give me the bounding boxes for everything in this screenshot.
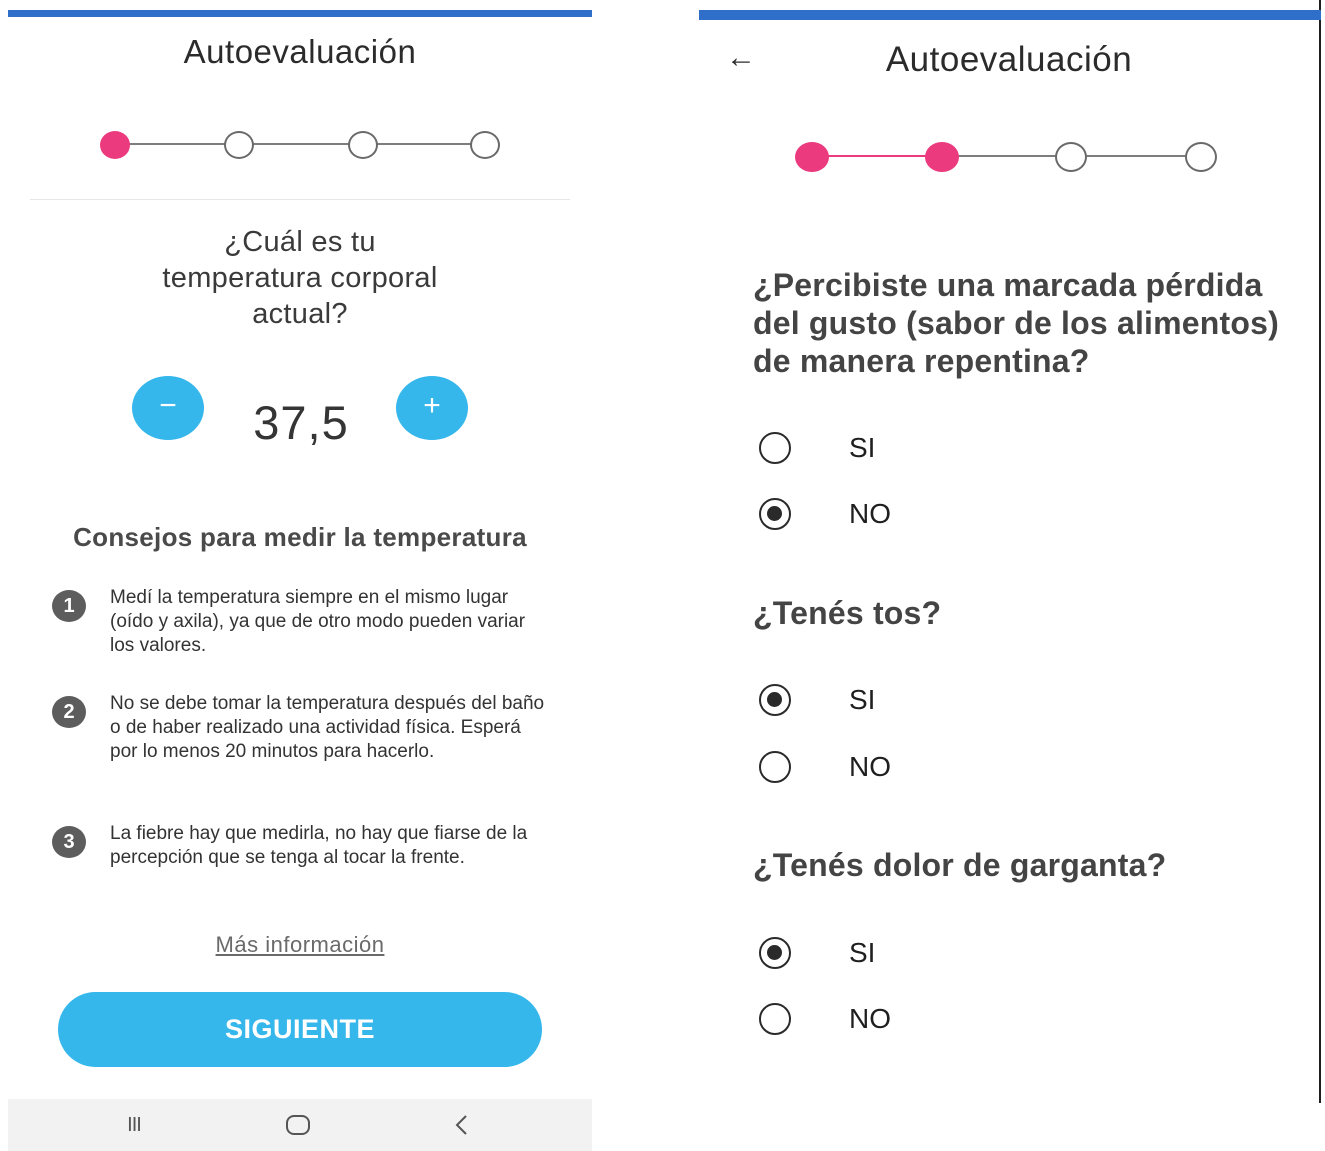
radio-button[interactable] — [759, 432, 791, 464]
system-nav-bar: III — [8, 1099, 592, 1151]
back-nav-icon[interactable] — [442, 1111, 482, 1139]
back-arrow-icon[interactable]: ← — [723, 38, 759, 78]
tip-number-badge: 2 — [52, 696, 86, 728]
step-3-dot — [1055, 142, 1087, 172]
option-label: NO — [849, 1003, 891, 1034]
radio-button[interactable] — [759, 1003, 791, 1035]
radio-button-selected[interactable] — [759, 498, 791, 530]
step-4-dot — [1185, 142, 1217, 172]
step-4-dot — [470, 131, 500, 159]
tip-text: Medí la temperatura siempre en el mismo … — [110, 587, 526, 656]
step-1-dot — [100, 131, 130, 159]
tip-number-badge: 1 — [52, 590, 86, 622]
radio-button[interactable] — [759, 751, 791, 783]
step-2-dot — [925, 142, 959, 172]
page-title: Autoevaluación — [885, 40, 1133, 79]
option-si[interactable]: SI — [759, 680, 1059, 720]
temperature-screen: Autoevaluación ¿Cuál es tu temperatura c… — [8, 0, 592, 1151]
radio-button-selected[interactable] — [759, 684, 791, 716]
recents-icon[interactable]: III — [114, 1111, 154, 1139]
question-sore-throat: ¿Tenés dolor de garganta? — [753, 847, 1167, 883]
temperature-value: 37,5 — [253, 396, 349, 449]
option-label: NO — [849, 751, 891, 782]
option-no[interactable]: NO — [759, 747, 1059, 787]
page-title: Autoevaluación — [183, 33, 417, 70]
home-icon[interactable] — [278, 1111, 318, 1139]
status-bar-accent — [699, 10, 1321, 20]
decrement-button[interactable]: − — [132, 376, 204, 440]
radio-button-selected[interactable] — [759, 937, 791, 969]
divider — [30, 199, 570, 200]
tip-item: 2 No se debe tomar la temperatura despué… — [52, 693, 552, 796]
next-button[interactable]: SIGUIENTE — [58, 992, 542, 1067]
question-cough: ¿Tenés tos? — [753, 595, 942, 631]
tip-number-badge: 3 — [52, 826, 86, 858]
option-no[interactable]: NO — [759, 494, 1059, 534]
option-si[interactable]: SI — [759, 933, 1059, 973]
status-bar-accent — [8, 10, 592, 17]
option-label: NO — [849, 498, 891, 529]
stepper-line — [120, 143, 488, 145]
step-3-dot — [348, 131, 378, 159]
option-no[interactable]: NO — [759, 999, 1059, 1039]
tip-text: No se debe tomar la temperatura después … — [110, 693, 545, 762]
more-info-link[interactable]: Más información — [8, 932, 592, 958]
temperature-question: ¿Cuál es tu temperatura corporal actual? — [162, 226, 438, 330]
step-1-dot — [795, 142, 829, 172]
screenshot-canvas: Autoevaluación ¿Cuál es tu temperatura c… — [0, 0, 1325, 1151]
tip-text: La fiebre hay que medirla, no hay que fi… — [110, 823, 528, 868]
option-si[interactable]: SI — [759, 428, 1059, 468]
tips-title: Consejos para medir la temperatura — [73, 522, 527, 552]
option-label: SI — [849, 684, 876, 715]
progress-stepper — [795, 140, 1221, 174]
option-label: SI — [849, 432, 876, 463]
question-taste-loss: ¿Percibiste una marcada pérdida del gust… — [753, 267, 1279, 379]
symptoms-screen: ← Autoevaluación ¿Percibiste una marcada… — [699, 0, 1321, 1103]
step-2-dot — [224, 131, 254, 159]
tip-item: 1 Medí la temperatura siempre en el mism… — [52, 587, 552, 670]
increment-button[interactable]: + — [396, 376, 468, 440]
progress-stepper — [100, 128, 500, 162]
option-label: SI — [849, 937, 876, 968]
tip-item: 3 La fiebre hay que medirla, no hay que … — [52, 823, 552, 906]
